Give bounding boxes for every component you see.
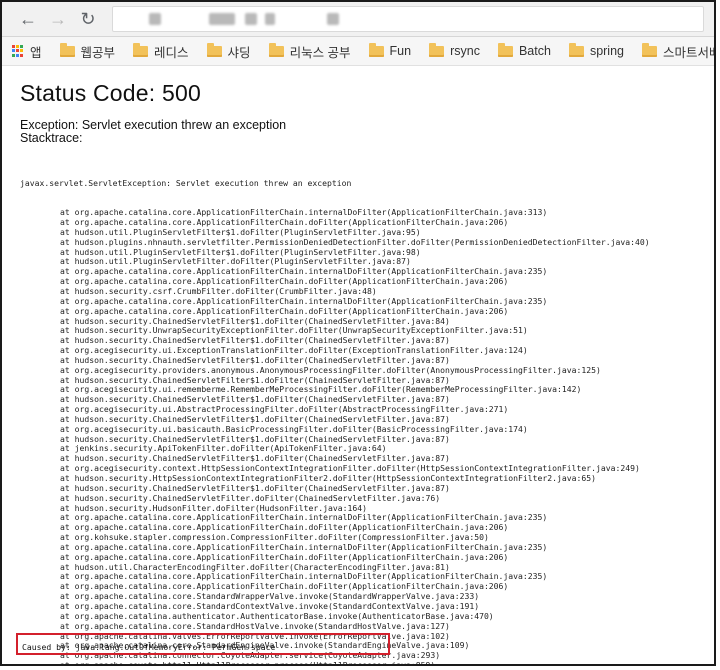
bookmark-label: 레디스 xyxy=(154,45,189,60)
folder-icon xyxy=(59,42,75,57)
folder-icon xyxy=(368,42,384,57)
bookmark-folder[interactable]: 샤딩 xyxy=(206,42,251,61)
bookmark-label: Fun xyxy=(389,44,412,58)
bookmark-folder[interactable]: Fun xyxy=(368,42,412,58)
bookmark-folder[interactable]: 웹공부 xyxy=(59,42,116,61)
folder-icon xyxy=(497,42,513,57)
trace-line: at org.apache.coyote.http11.Http11Proces… xyxy=(60,660,436,666)
redacted-url-segment xyxy=(265,13,275,25)
page-title: Status Code: 500 xyxy=(20,80,201,106)
bookmark-label: 웹공부 xyxy=(80,45,116,60)
bookmark-apps[interactable]: 앱 xyxy=(12,42,42,61)
redacted-url-segment xyxy=(209,13,235,25)
apps-icon xyxy=(12,45,24,57)
reload-icon[interactable]: ↻ xyxy=(76,7,100,31)
redacted-url-segment xyxy=(149,13,161,25)
error-page: Status Code: 500 Exception: Servlet exec… xyxy=(2,66,714,666)
caused-by-line: Caused by: java.lang.OutOfMemoryError: P… xyxy=(22,642,276,652)
exception-message: Exception: Servlet execution threw an ex… xyxy=(20,118,287,132)
folder-icon xyxy=(268,42,284,57)
bookmark-folder[interactable]: 스마트서베이 xyxy=(641,42,714,61)
forward-arrow-icon[interactable]: → xyxy=(46,7,70,31)
bookmark-label: 리눅스 공부 xyxy=(289,45,351,60)
bookmark-label: 앱 xyxy=(30,45,42,60)
folder-icon xyxy=(133,42,149,57)
folder-icon xyxy=(429,42,445,57)
redacted-url-segment xyxy=(327,13,339,25)
stack-trace: javax.servlet.ServletException: Servlet … xyxy=(20,159,714,666)
folder-icon xyxy=(206,42,222,57)
folder-icon xyxy=(641,42,657,57)
browser-toolbar: ← → ↻ xyxy=(2,2,714,37)
bookmarks-bar: 앱 웹공부 레디스 샤딩 리눅스 공부 Fun rsync Batch spring 스마트서베이 xyxy=(2,37,714,66)
trace-header: javax.servlet.ServletException: Servlet … xyxy=(20,177,352,188)
bookmark-label: spring xyxy=(589,44,624,58)
redacted-url-segment xyxy=(245,13,257,25)
bookmark-label: Batch xyxy=(518,44,551,58)
back-arrow-icon[interactable]: ← xyxy=(16,7,40,31)
bookmark-label: rsync xyxy=(450,44,480,58)
browser-window: ← → ↻ 앱 웹공부 레디스 샤딩 리눅스 공부 Fun rsync Batch spring… xyxy=(0,0,716,666)
bookmark-label: 샤딩 xyxy=(227,45,251,60)
bookmark-label: 스마트서베이 xyxy=(662,45,714,60)
folder-icon xyxy=(568,42,584,57)
bookmark-folder[interactable]: rsync xyxy=(429,42,480,58)
bookmark-folder[interactable]: 리눅스 공부 xyxy=(268,42,351,61)
bookmark-folder[interactable]: spring xyxy=(568,42,624,58)
bookmark-folder[interactable]: 레디스 xyxy=(133,42,189,61)
address-bar[interactable] xyxy=(112,6,704,32)
bookmark-folder[interactable]: Batch xyxy=(497,42,551,58)
stacktrace-label: Stacktrace: xyxy=(20,131,83,145)
